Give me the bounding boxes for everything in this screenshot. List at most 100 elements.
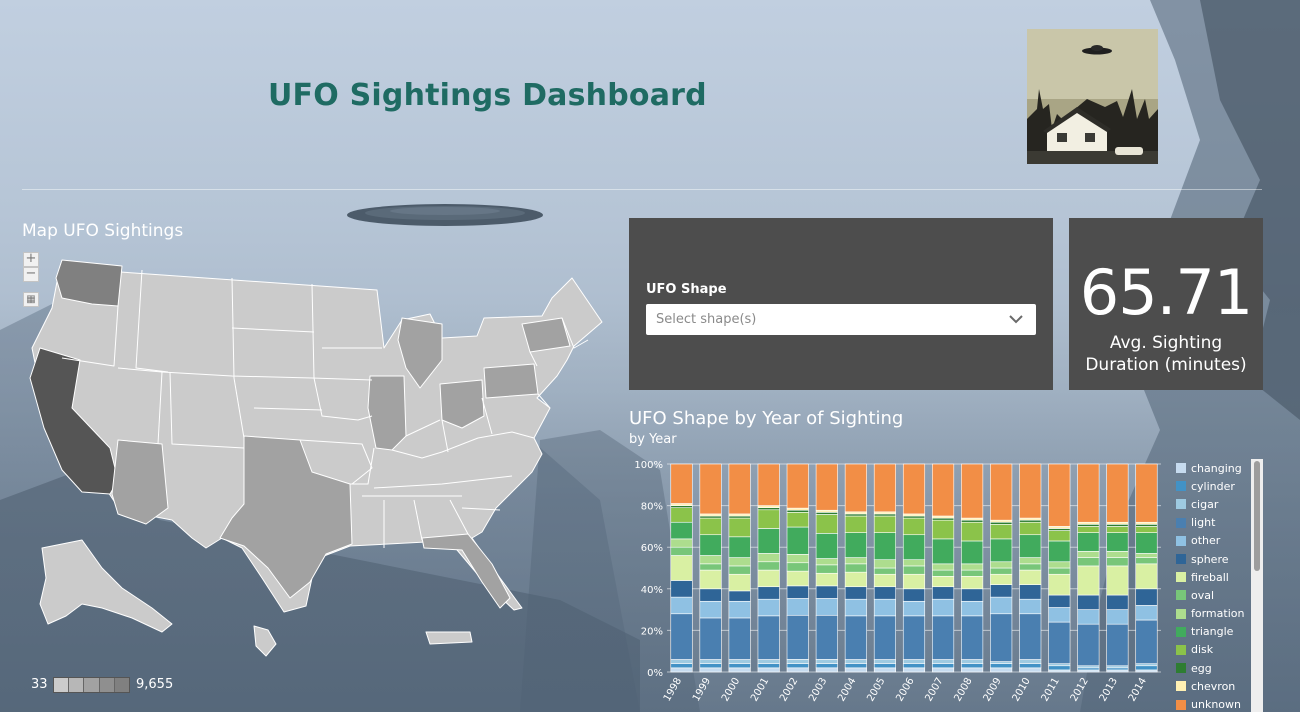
bar-segment-chevron[interactable] (990, 519, 1013, 523)
bar-segment-other[interactable] (728, 600, 751, 619)
bar-segment-light[interactable] (786, 614, 809, 660)
bar-segment-cigar[interactable] (1077, 665, 1100, 669)
bar-segment-triangle[interactable] (1048, 540, 1071, 563)
bar-segment-formation[interactable] (902, 559, 926, 567)
bar-segment-cylinder[interactable] (670, 663, 693, 669)
bar-segment-egg[interactable] (1077, 524, 1100, 527)
bar-segment-fireball[interactable] (786, 570, 809, 587)
bar-segment-chevron[interactable] (1106, 521, 1129, 525)
bar-segment-cigar[interactable] (786, 659, 809, 664)
bar-segment-sphere[interactable] (757, 586, 780, 600)
bar-segment-chevron[interactable] (815, 509, 838, 513)
bar-segment-other[interactable] (902, 600, 926, 617)
bar-segment-cylinder[interactable] (961, 663, 984, 669)
bar-segment-light[interactable] (699, 617, 722, 660)
bar-segment-changing[interactable] (670, 667, 693, 673)
bar-segment-formation[interactable] (1048, 561, 1071, 569)
bar-segment-fireball[interactable] (873, 573, 896, 588)
bar-segment-sphere[interactable] (990, 584, 1013, 598)
bar-segment-sphere[interactable] (1019, 584, 1042, 600)
bar-segment-changing[interactable] (815, 667, 838, 673)
bar-segment-egg[interactable] (815, 512, 838, 515)
bar-segment-sphere[interactable] (873, 586, 896, 600)
bar-segment-triangle[interactable] (961, 540, 984, 565)
bar-segment-other[interactable] (757, 598, 780, 617)
bar-segment-disk[interactable] (699, 517, 722, 536)
bar-segment-sphere[interactable] (1077, 594, 1100, 610)
bar-segment-light[interactable] (757, 615, 780, 660)
bar-segment-disk[interactable] (728, 517, 751, 538)
bar-segment-cigar[interactable] (728, 659, 751, 664)
bar-segment-triangle[interactable] (670, 521, 693, 540)
bar-segment-unknown[interactable] (1106, 463, 1129, 523)
bar-segment-light[interactable] (670, 613, 693, 660)
bar-segment-sphere[interactable] (961, 588, 984, 602)
bar-segment-oval[interactable] (1077, 557, 1100, 567)
bar-segment-triangle[interactable] (902, 534, 926, 560)
bar-segment-fireball[interactable] (728, 573, 751, 592)
bar-segment-triangle[interactable] (1019, 534, 1042, 558)
bar-segment-triangle[interactable] (932, 538, 955, 565)
bar-segment-light[interactable] (1135, 619, 1158, 664)
bar-segment-disk[interactable] (990, 524, 1013, 540)
bar-segment-changing[interactable] (902, 667, 926, 673)
bar-segment-sphere[interactable] (1135, 588, 1158, 606)
bar-segment-cylinder[interactable] (699, 663, 722, 669)
bar-segment-triangle[interactable] (728, 536, 751, 558)
bar-segment-oval[interactable] (873, 567, 896, 575)
bar-segment-egg[interactable] (728, 515, 751, 519)
bar-segment-light[interactable] (961, 615, 984, 660)
bar-segment-changing[interactable] (1135, 669, 1158, 673)
bar-segment-other[interactable] (699, 600, 722, 619)
bar-segment-other[interactable] (815, 598, 838, 616)
bar-segment-oval[interactable] (786, 562, 809, 572)
bar-segment-disk[interactable] (932, 519, 955, 540)
bar-segment-unknown[interactable] (844, 463, 867, 513)
us-choropleth-map[interactable] (22, 248, 622, 668)
bar-segment-fireball[interactable] (815, 572, 838, 587)
bar-segment-formation[interactable] (844, 557, 867, 565)
bar-segment-fireball[interactable] (1019, 569, 1042, 585)
bar-segment-disk[interactable] (1135, 526, 1158, 533)
bar-segment-fireball[interactable] (670, 555, 693, 581)
bar-segment-other[interactable] (844, 598, 867, 617)
bar-segment-light[interactable] (1048, 621, 1071, 664)
bar-segment-unknown[interactable] (902, 463, 926, 515)
bar-segment-cylinder[interactable] (932, 663, 955, 669)
bar-segment-chevron[interactable] (902, 513, 926, 517)
bar-segment-sphere[interactable] (670, 580, 693, 598)
bar-segment-oval[interactable] (1135, 557, 1158, 565)
bar-segment-unknown[interactable] (1135, 463, 1158, 523)
bar-segment-unknown[interactable] (699, 463, 722, 515)
bar-segment-fireball[interactable] (757, 569, 780, 588)
bar-segment-unknown[interactable] (990, 463, 1013, 521)
bar-segment-triangle[interactable] (1135, 532, 1158, 554)
bar-segment-changing[interactable] (844, 667, 867, 673)
bar-segment-sphere[interactable] (728, 590, 751, 602)
map-region[interactable] (253, 625, 277, 657)
bar-segment-cylinder[interactable] (1077, 667, 1100, 671)
bar-segment-disk[interactable] (1077, 526, 1100, 533)
bar-segment-unknown[interactable] (786, 463, 809, 509)
bar-segment-formation[interactable] (1135, 553, 1158, 558)
bar-segment-unknown[interactable] (757, 463, 780, 506)
bar-segment-fireball[interactable] (1077, 565, 1100, 596)
bar-segment-formation[interactable] (1106, 551, 1129, 558)
bar-segment-chevron[interactable] (1135, 521, 1158, 525)
bar-segment-changing[interactable] (699, 667, 722, 673)
bar-segment-fireball[interactable] (1106, 565, 1129, 596)
shape-select-dropdown[interactable]: Select shape(s) (646, 304, 1036, 335)
bar-segment-light[interactable] (1077, 623, 1100, 667)
bar-segment-changing[interactable] (1019, 667, 1042, 673)
bar-segment-light[interactable] (1106, 623, 1129, 667)
bar-segment-chevron[interactable] (728, 513, 751, 517)
bar-segment-light[interactable] (815, 614, 838, 660)
bar-segment-disk[interactable] (1106, 526, 1129, 533)
bar-segment-egg[interactable] (873, 513, 896, 517)
bar-segment-formation[interactable] (1077, 551, 1100, 558)
bar-segment-oval[interactable] (990, 567, 1013, 575)
bar-segment-formation[interactable] (728, 557, 751, 567)
bar-segment-unknown[interactable] (932, 463, 955, 517)
bar-segment-disk[interactable] (815, 514, 838, 534)
bar-segment-fireball[interactable] (990, 573, 1013, 585)
